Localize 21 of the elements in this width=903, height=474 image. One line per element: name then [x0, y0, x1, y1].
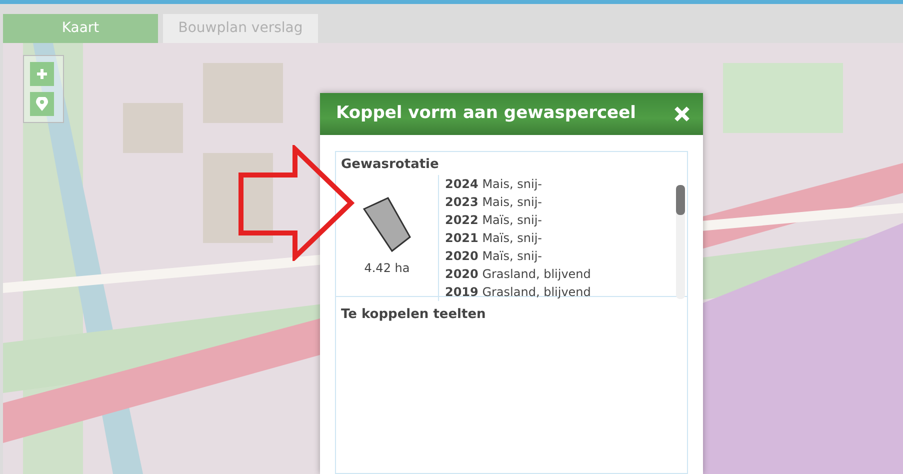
parcel-shape-icon — [362, 194, 412, 254]
section-heading: Te koppelen teelten — [340, 306, 487, 324]
dialog-title: Koppel vorm aan gewasperceel — [336, 102, 636, 126]
rotation-entry: 2020 Maïs, snij- — [444, 248, 543, 264]
section-heading: Gewasrotatie — [340, 156, 440, 174]
location-pin-icon — [36, 97, 48, 111]
plus-icon — [36, 68, 48, 80]
rotation-entry: 2019 Grasland, blijvend — [444, 284, 592, 300]
rotation-entry: 2022 Maïs, snij- — [444, 212, 543, 228]
location-button[interactable] — [30, 92, 54, 116]
close-icon — [673, 105, 691, 123]
rotation-entry: 2024 Mais, snij- — [444, 176, 543, 192]
tab[interactable]: Bouwplan verslag — [163, 14, 318, 43]
tab[interactable]: Kaart — [3, 14, 158, 43]
area-label: 4.42 ha — [364, 260, 410, 276]
rotation-entry: 2020 Grasland, blijvend — [444, 266, 592, 282]
rotation-entry: 2023 Mais, snij- — [444, 194, 543, 210]
close-button[interactable] — [673, 105, 691, 123]
scrollbar[interactable] — [676, 184, 685, 298]
zoom-in-button[interactable] — [30, 62, 54, 86]
rotation-entry: 2021 Maïs, snij- — [444, 230, 543, 246]
